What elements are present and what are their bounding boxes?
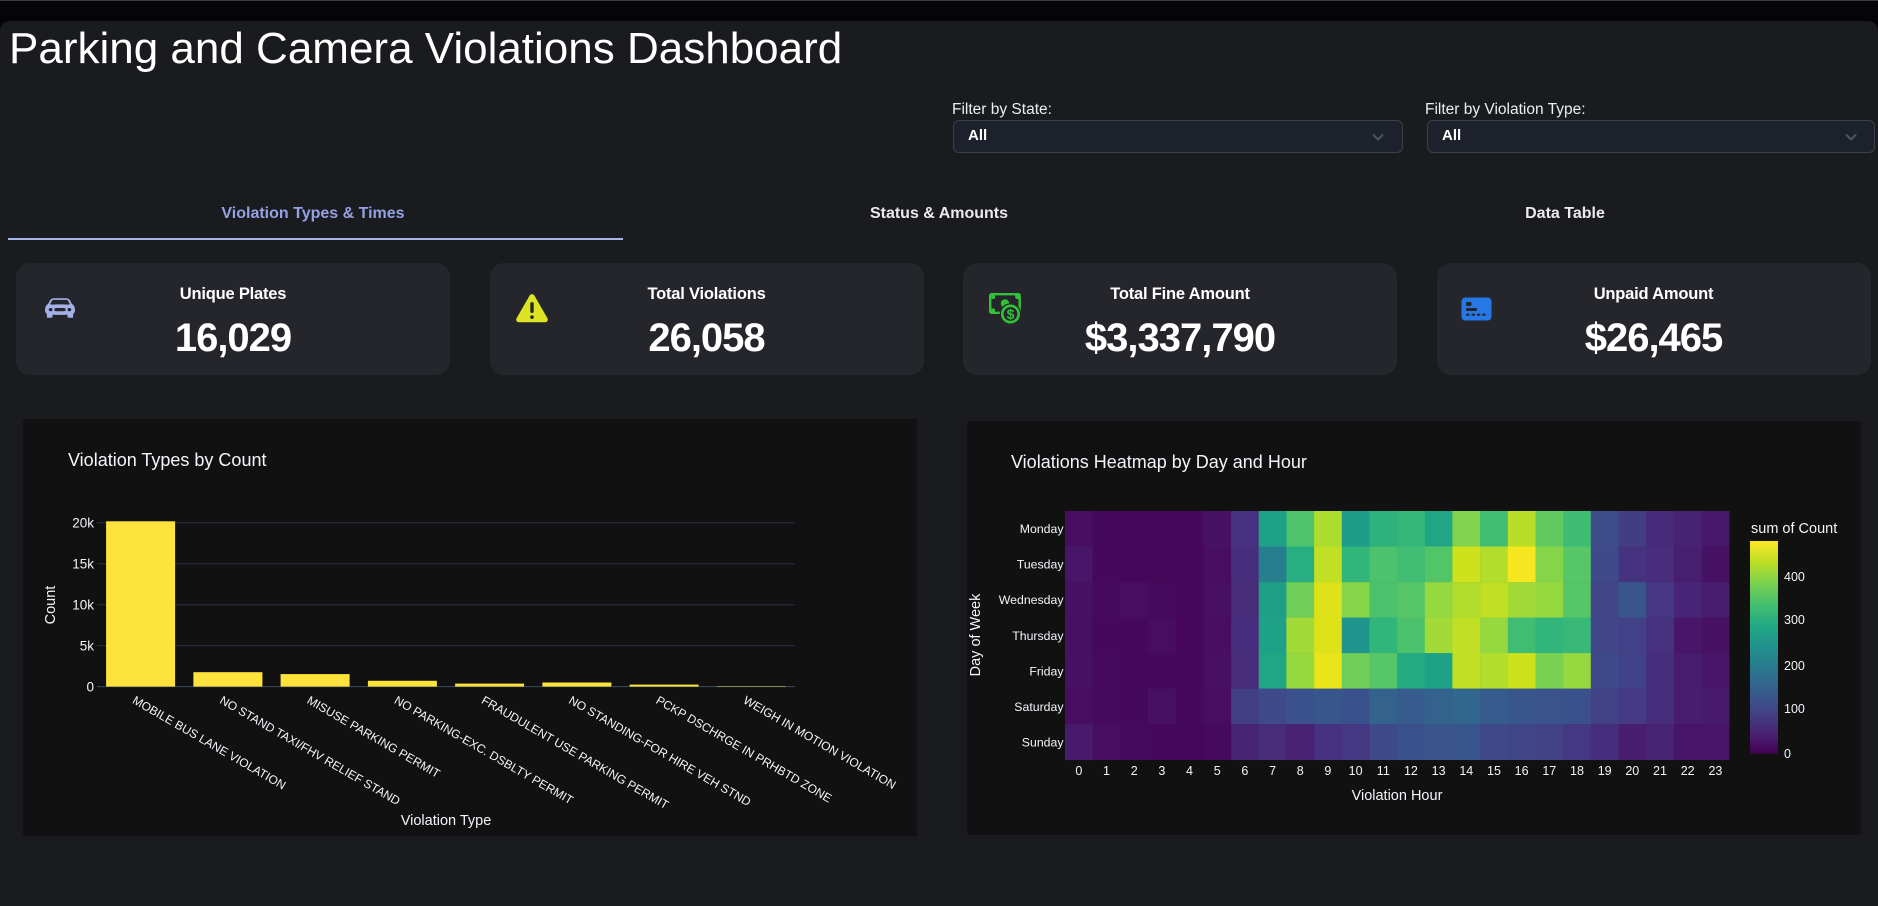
svg-text:18: 18: [1570, 764, 1584, 778]
svg-text:1: 1: [1103, 764, 1110, 778]
svg-text:Violations Heatmap by Day and: Violations Heatmap by Day and Hour: [1011, 452, 1307, 472]
svg-text:200: 200: [1784, 659, 1805, 673]
svg-text:Saturday: Saturday: [1014, 700, 1064, 714]
svg-text:22: 22: [1681, 764, 1695, 778]
svg-text:10: 10: [1349, 764, 1363, 778]
svg-text:300: 300: [1784, 613, 1805, 627]
svg-text:16: 16: [1515, 764, 1529, 778]
svg-text:0: 0: [1784, 747, 1791, 761]
svg-text:Wednesday: Wednesday: [999, 593, 1065, 607]
svg-text:Violation Hour: Violation Hour: [1352, 788, 1443, 804]
svg-text:14: 14: [1459, 764, 1473, 778]
svg-text:20: 20: [1625, 764, 1639, 778]
svg-text:11: 11: [1377, 764, 1390, 778]
svg-text:Monday: Monday: [1020, 522, 1065, 536]
svg-text:7: 7: [1269, 764, 1276, 778]
svg-text:sum of Count: sum of Count: [1751, 521, 1837, 537]
svg-text:Day of Week: Day of Week: [968, 593, 984, 676]
svg-text:Count: Count: [43, 586, 59, 625]
svg-text:17: 17: [1542, 764, 1556, 778]
svg-text:5: 5: [1214, 764, 1221, 778]
svg-text:15: 15: [1487, 764, 1501, 778]
svg-text:19: 19: [1598, 764, 1612, 778]
svg-text:9: 9: [1324, 764, 1331, 778]
svg-text:12: 12: [1404, 764, 1418, 778]
svg-text:20k: 20k: [72, 516, 94, 531]
svg-text:Violation Types by Count: Violation Types by Count: [68, 450, 266, 470]
svg-text:Tuesday: Tuesday: [1017, 558, 1065, 572]
svg-text:100: 100: [1784, 702, 1805, 716]
svg-text:13: 13: [1432, 764, 1446, 778]
svg-text:2: 2: [1131, 764, 1138, 778]
svg-text:$: $: [1007, 306, 1015, 322]
svg-text:8: 8: [1297, 764, 1304, 778]
svg-text:5k: 5k: [80, 638, 95, 653]
svg-text:6: 6: [1241, 764, 1248, 778]
svg-text:3: 3: [1158, 764, 1165, 778]
svg-text:Sunday: Sunday: [1022, 735, 1065, 749]
svg-text:4: 4: [1186, 764, 1193, 778]
svg-text:21: 21: [1653, 764, 1667, 778]
svg-text:400: 400: [1784, 570, 1805, 584]
svg-text:15k: 15k: [72, 556, 94, 571]
svg-text:10k: 10k: [72, 597, 94, 612]
svg-text:Violation Type: Violation Type: [401, 813, 492, 829]
svg-text:0: 0: [86, 679, 94, 694]
svg-text:Friday: Friday: [1029, 664, 1064, 678]
svg-text:23: 23: [1708, 764, 1722, 778]
svg-text:Thursday: Thursday: [1012, 629, 1064, 643]
svg-text:0: 0: [1075, 764, 1082, 778]
